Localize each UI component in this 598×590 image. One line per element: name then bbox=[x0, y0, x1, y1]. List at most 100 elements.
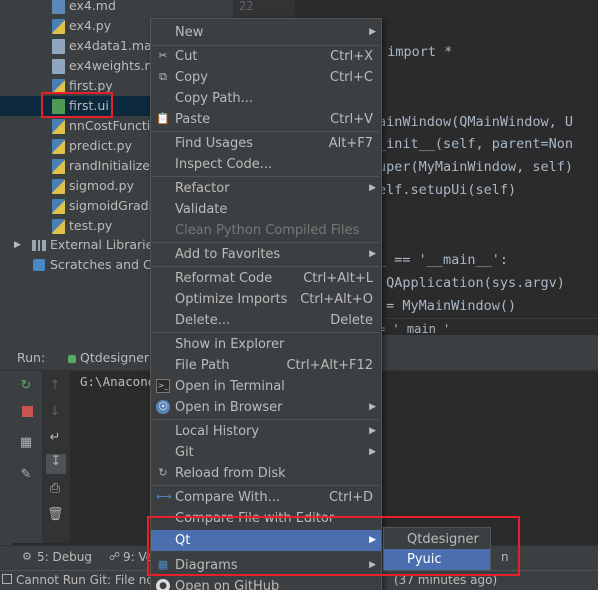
status-time: (37 minutes ago) bbox=[394, 573, 498, 587]
cut-icon: ✂ bbox=[158, 49, 168, 62]
submenu-item-qtdesigner[interactable]: Qtdesigner bbox=[384, 529, 490, 550]
menu-item-optimize-imports[interactable]: Optimize Imports Ctrl+Alt+O bbox=[151, 289, 381, 310]
run-tab-qtdesigner[interactable]: Qtdesigner bbox=[80, 350, 149, 365]
menu-item-add-to-favorites[interactable]: Add to Favorites ▶ bbox=[151, 244, 381, 265]
tree-item-label: first.ui bbox=[69, 98, 109, 113]
run-config-icon bbox=[68, 355, 76, 363]
menu-separator bbox=[152, 176, 380, 177]
version-control-tab[interactable]: 9: Ve bbox=[123, 550, 153, 564]
debug-icon: ⚙ bbox=[22, 550, 32, 563]
code-line: uper(MyMainWindow, self) bbox=[378, 159, 574, 175]
console-output: G:\Anacond bbox=[80, 374, 156, 389]
data-file-icon bbox=[52, 59, 65, 74]
up-arrow-icon[interactable]: ↑ bbox=[47, 378, 63, 394]
menu-item-diagrams[interactable]: ▦ Diagrams ▶ bbox=[151, 555, 381, 576]
submenu-arrow-icon: ▶ bbox=[369, 249, 376, 259]
submenu-arrow-icon: ▶ bbox=[369, 447, 376, 457]
tree-item-label: first.py bbox=[69, 78, 113, 93]
menu-item-cut[interactable]: ✂ Cut Ctrl+X bbox=[151, 46, 381, 67]
menu-item-paste[interactable]: 📋 Paste Ctrl+V bbox=[151, 109, 381, 130]
tree-item-label: nnCostFunctio bbox=[69, 118, 158, 133]
menu-separator bbox=[152, 332, 380, 333]
status-toggle-icon[interactable] bbox=[2, 574, 12, 584]
code-line: = MyMainWindow() bbox=[378, 298, 517, 314]
submenu-arrow-icon: ▶ bbox=[369, 183, 376, 193]
vcs-icon: ☍ bbox=[109, 550, 121, 563]
tree-item-label: test.py bbox=[69, 218, 113, 233]
menu-item-copy[interactable]: ⧉ Copy Ctrl+C bbox=[151, 67, 381, 88]
menu-item-open-in-browser[interactable]: ☉ Open in Browser ▶ bbox=[151, 397, 381, 418]
menu-separator bbox=[152, 485, 380, 486]
menu-separator bbox=[152, 266, 380, 267]
code-line: ainWindow(QMainWindow, U bbox=[378, 114, 574, 130]
github-icon: ● bbox=[156, 579, 170, 590]
menu-item-show-in-explorer[interactable]: Show in Explorer bbox=[151, 334, 381, 355]
menu-item-reload-from-disk[interactable]: ↻ Reload from Disk bbox=[151, 463, 381, 484]
tree-item-label: External Libraries bbox=[50, 237, 160, 252]
submenu-arrow-icon: ▶ bbox=[369, 560, 376, 570]
python-file-icon bbox=[52, 159, 65, 174]
trash-icon[interactable]: 🗑 bbox=[47, 507, 64, 523]
scratches-icon bbox=[33, 259, 45, 271]
menu-item-delete[interactable]: Delete... Delete bbox=[151, 310, 381, 331]
code-line: QApplication(sys.argv) bbox=[378, 275, 565, 291]
paste-icon: 📋 bbox=[156, 112, 170, 125]
diagram-icon: ▦ bbox=[157, 558, 169, 571]
markdown-file-icon bbox=[52, 0, 65, 14]
terminal-icon: >_ bbox=[156, 379, 170, 393]
menu-item-git[interactable]: Git ▶ bbox=[151, 442, 381, 463]
rerun-icon[interactable]: ↻ bbox=[18, 378, 34, 394]
down-arrow-icon[interactable]: ↓ bbox=[47, 404, 63, 420]
menu-item-compare-file-with-editor[interactable]: Compare File with Editor bbox=[151, 508, 381, 529]
tree-item-label: ex4.py bbox=[69, 18, 112, 33]
pin-icon[interactable]: ✎ bbox=[18, 467, 34, 483]
qt-submenu: Qtdesigner Pyuic bbox=[383, 527, 491, 571]
tree-item-label: ex4data1.mat bbox=[69, 38, 157, 53]
submenu-item-pyuic[interactable]: Pyuic bbox=[384, 549, 490, 570]
debug-tab[interactable]: 5: Debug bbox=[37, 550, 92, 564]
code-line: _init__(self, parent=Non bbox=[378, 136, 574, 152]
tree-item-label: sigmoidGradie bbox=[69, 198, 160, 213]
menu-item-file-path[interactable]: File Path Ctrl+Alt+F12 bbox=[151, 355, 381, 376]
menu-item-new[interactable]: New ▶ bbox=[151, 22, 381, 43]
tree-item-label: sigmod.py bbox=[69, 178, 134, 193]
menu-separator bbox=[152, 242, 380, 243]
compare-icon: ⟷ bbox=[156, 490, 172, 503]
python-file-icon bbox=[52, 119, 65, 134]
reload-icon: ↻ bbox=[158, 466, 168, 479]
stop-icon[interactable] bbox=[19, 404, 35, 420]
menu-item-clean-python: Clean Python Compiled Files bbox=[175, 223, 360, 238]
tree-item-label: randInitializeW bbox=[69, 158, 163, 173]
menu-item-qt[interactable]: Qt ▶ bbox=[151, 530, 381, 551]
expand-arrow-icon[interactable]: ▶ bbox=[14, 235, 21, 255]
code-line: _ == '__main__': bbox=[378, 252, 509, 268]
print-icon[interactable]: ⎙ bbox=[47, 481, 63, 497]
menu-item-compare-with[interactable]: ⟷ Compare With... Ctrl+D bbox=[151, 487, 381, 508]
menu-item-open-in-terminal[interactable]: >_ Open in Terminal bbox=[151, 376, 381, 397]
menu-item-open-on-github[interactable]: ● Open on GitHub bbox=[151, 576, 381, 590]
bottom-tab-partial[interactable]: n bbox=[501, 550, 509, 564]
menu-item-reformat-code[interactable]: Reformat Code Ctrl+Alt+L bbox=[151, 268, 381, 289]
status-message[interactable]: Cannot Run Git: File no bbox=[16, 571, 154, 589]
submenu-arrow-icon: ▶ bbox=[369, 535, 376, 545]
layout-icon[interactable]: ▦ bbox=[18, 435, 34, 451]
code-line: elf.setupUi(self) bbox=[378, 182, 517, 198]
scroll-to-end-icon[interactable]: ↧ bbox=[46, 454, 66, 474]
menu-item-refactor[interactable]: Refactor ▶ bbox=[151, 178, 381, 199]
ui-file-icon bbox=[52, 99, 65, 114]
tree-item-label: Scratches and Co bbox=[50, 257, 160, 272]
submenu-arrow-icon: ▶ bbox=[369, 426, 376, 436]
menu-item-find-usages[interactable]: Find Usages Alt+F7 bbox=[151, 133, 381, 154]
run-label: Run: bbox=[17, 350, 46, 365]
console-toolbar: ↑ ↓ ↵ ↧ ⎙ 🗑 bbox=[42, 371, 70, 543]
submenu-arrow-icon: ▶ bbox=[369, 27, 376, 37]
copy-icon: ⧉ bbox=[159, 70, 167, 83]
breadcrumb[interactable]: = '_main_' bbox=[378, 322, 450, 336]
tree-item-label: ex4.md bbox=[69, 0, 116, 13]
soft-wrap-icon[interactable]: ↵ bbox=[47, 430, 63, 446]
tree-item-ex4-md[interactable]: ex4.md bbox=[0, 0, 233, 16]
menu-item-copy-path[interactable]: Copy Path... bbox=[151, 88, 381, 109]
menu-item-inspect-code[interactable]: Inspect Code... bbox=[151, 154, 381, 175]
menu-item-local-history[interactable]: Local History ▶ bbox=[151, 421, 381, 442]
menu-item-validate[interactable]: Validate bbox=[151, 199, 381, 220]
